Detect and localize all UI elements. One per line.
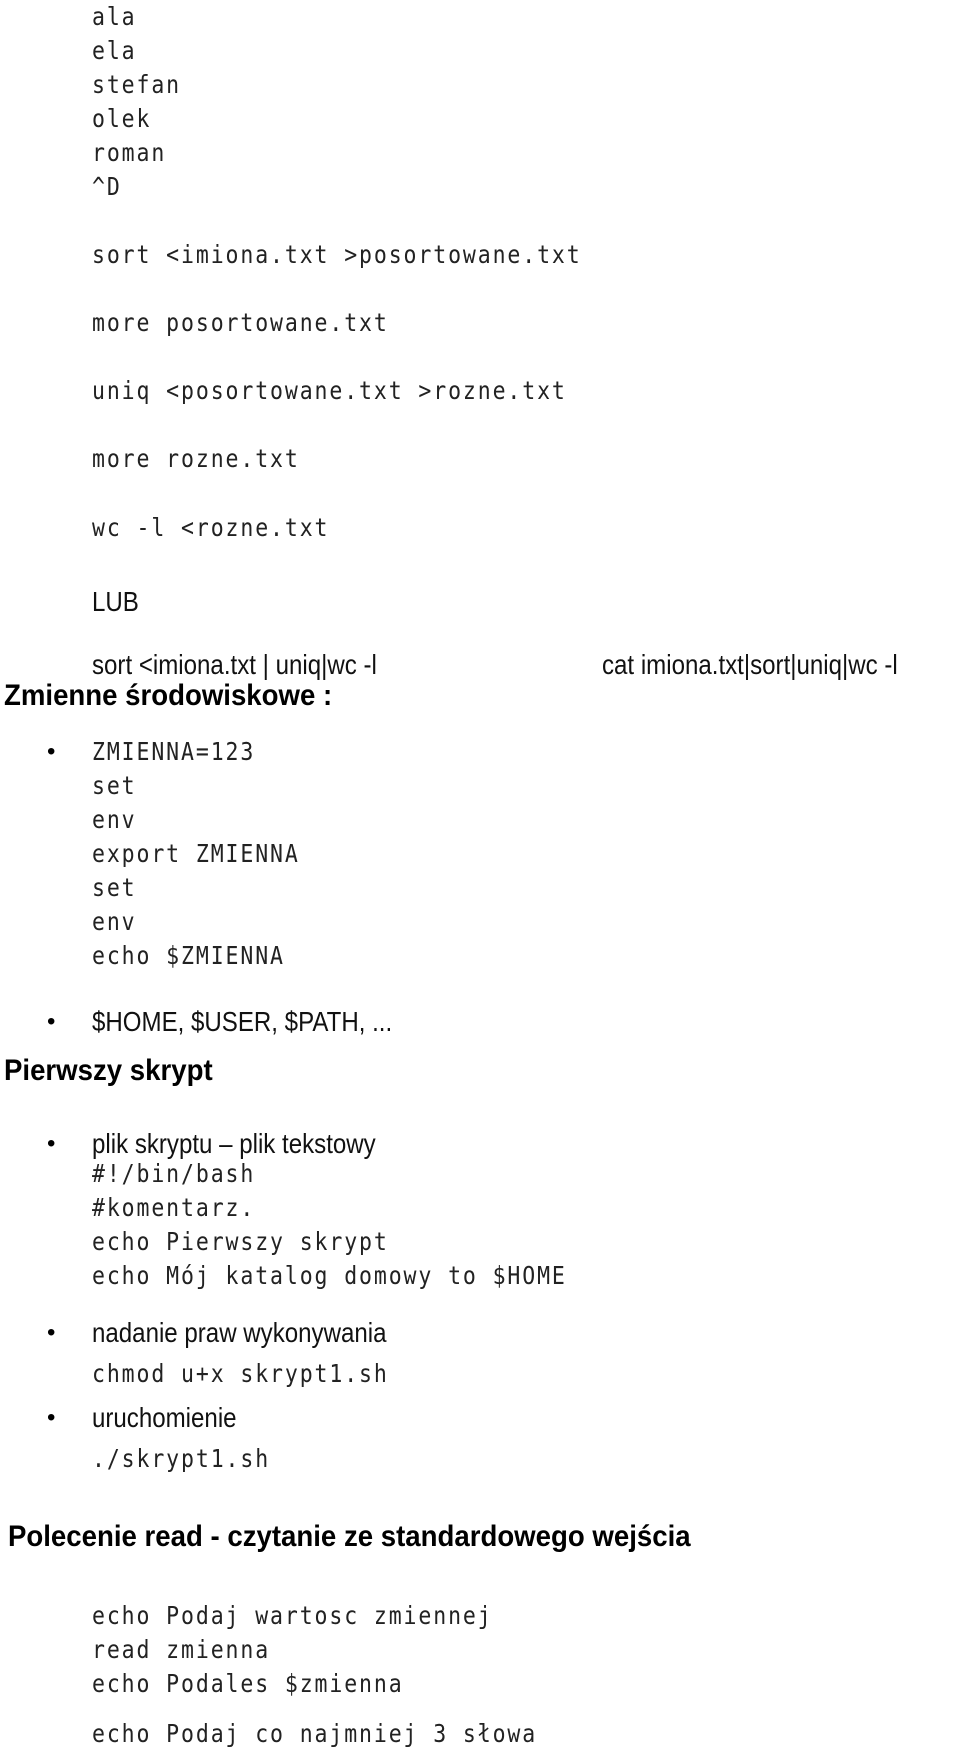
code-line: ZMIENNA=123 [92, 737, 256, 766]
command-line: uniq <posortowane.txt >rozne.txt [92, 376, 567, 405]
code-line: set [92, 873, 137, 902]
stdin-line: olek [92, 104, 152, 133]
bullet-icon: • [47, 1130, 56, 1157]
bullet-icon: • [47, 738, 56, 765]
bullet-icon: • [47, 1008, 56, 1035]
stdin-line: ala [92, 2, 137, 31]
code-line: set [92, 771, 137, 800]
alternative-label: LUB [92, 586, 139, 617]
bullet-text: plik skryptu – plik tekstowy [92, 1128, 376, 1159]
section-heading-env: Zmienne środowiskowe : [4, 679, 333, 712]
bullet-icon: • [47, 1319, 56, 1346]
bullet-text: nadanie praw wykonywania [92, 1317, 387, 1348]
stdin-eof: ^D [92, 172, 122, 201]
command-line: more posortowane.txt [92, 308, 389, 337]
command-line: sort <imiona.txt >posortowane.txt [92, 240, 582, 269]
bullet-text: uruchomienie [92, 1402, 237, 1433]
section-heading-read: Polecenie read - czytanie ze standardowe… [8, 1520, 691, 1553]
section-heading-script: Pierwszy skrypt [4, 1054, 213, 1087]
script-line: #komentarz. [92, 1193, 256, 1222]
code-line: env [92, 907, 137, 936]
pipeline-command-alt: cat imiona.txt|sort|uniq|wc -l [602, 649, 898, 680]
pipeline-command: sort <imiona.txt | uniq|wc -l [92, 649, 377, 680]
script-line: #!/bin/bash [92, 1159, 256, 1188]
chmod-command: chmod u+x skrypt1.sh [92, 1359, 389, 1388]
code-line: echo $ZMIENNA [92, 941, 285, 970]
command-line: wc -l <rozne.txt [92, 513, 330, 542]
stdin-line: roman [92, 138, 167, 167]
script-line: echo Pierwszy skrypt [92, 1227, 389, 1256]
code-line: read zmienna [92, 1635, 271, 1664]
code-line: echo Podaj wartosc zmiennej [92, 1601, 493, 1630]
code-line: echo Podaj co najmniej 3 słowa [92, 1719, 538, 1748]
env-vars-list: $HOME, $USER, $PATH, ... [92, 1006, 393, 1037]
run-command: ./skrypt1.sh [92, 1444, 271, 1473]
stdin-line: stefan [92, 70, 182, 99]
stdin-line: ela [92, 36, 137, 65]
code-line: export ZMIENNA [92, 839, 300, 868]
script-line: echo Mój katalog domowy to $HOME [92, 1261, 567, 1290]
code-line: env [92, 805, 137, 834]
code-line: echo Podales $zmienna [92, 1669, 404, 1698]
bullet-icon: • [47, 1404, 56, 1431]
command-line: more rozne.txt [92, 444, 300, 473]
